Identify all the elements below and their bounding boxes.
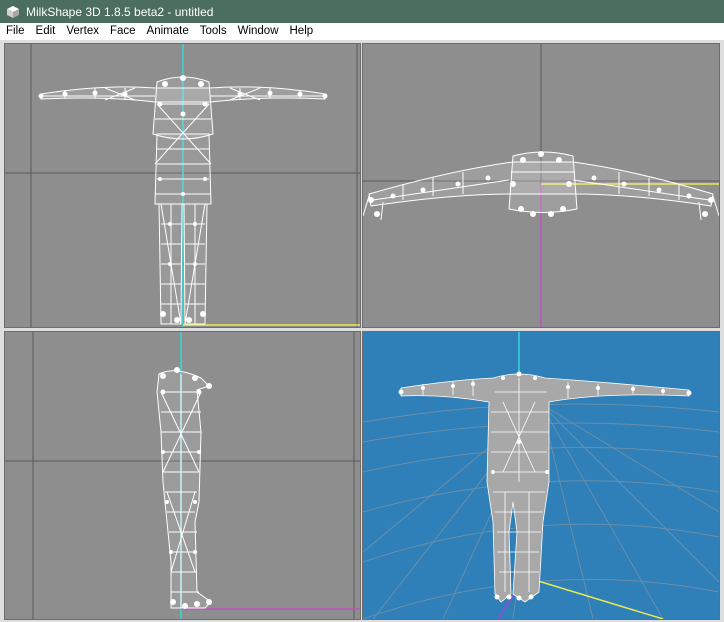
window-title: MilkShape 3D 1.8.5 beta2 - untitled [26,4,214,19]
menu-help[interactable]: Help [284,23,319,40]
viewport-side[interactable] [4,331,361,620]
menu-face[interactable]: Face [104,23,141,40]
milkshape-cube-icon [7,5,19,18]
mesh-top-wireframe [363,151,719,221]
viewport-top[interactable] [362,43,720,328]
menu-vertex[interactable]: Vertex [60,23,104,40]
title-bar[interactable]: MilkShape 3D 1.8.5 beta2 - untitled [0,0,724,23]
viewport-front[interactable] [4,43,361,328]
viewport-3d-perspective[interactable] [362,331,720,620]
mesh-3d-shaded [400,373,690,603]
milkshape-window: MilkShape 3D 1.8.5 beta2 - untitled File… [0,0,724,622]
menu-bar: File Edit Vertex Face Animate Tools Wind… [0,23,724,40]
menu-window[interactable]: Window [232,23,284,40]
menu-edit[interactable]: Edit [30,23,61,40]
menu-animate[interactable]: Animate [141,23,194,40]
mesh-side-wireframe [156,370,212,609]
menu-tools[interactable]: Tools [194,23,232,40]
viewport-area [0,40,724,622]
menu-file[interactable]: File [0,23,30,40]
